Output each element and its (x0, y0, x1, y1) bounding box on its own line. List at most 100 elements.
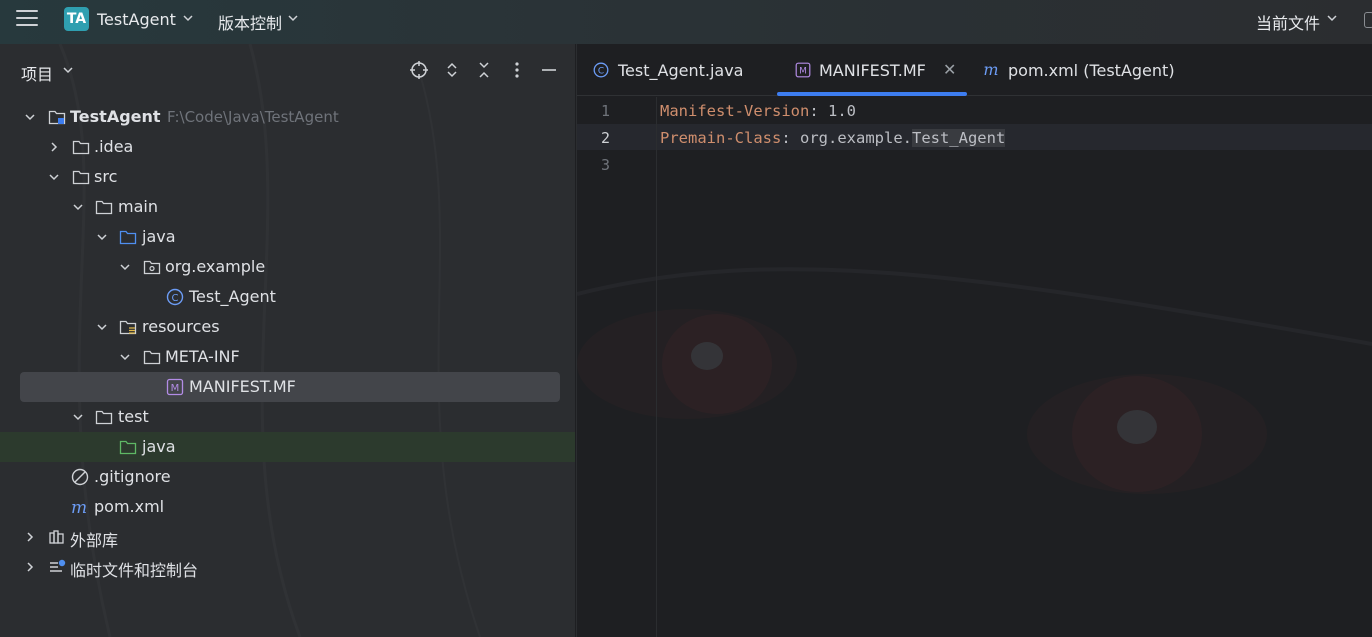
module-folder-icon (48, 110, 66, 125)
manifest-separator: : (809, 102, 828, 120)
tree-item-label: main (118, 197, 158, 216)
manifest-value-highlight: Test_Agent (911, 129, 1006, 147)
folder-icon (95, 200, 113, 215)
editor-tabs: C Test_Agent.java M MANIFEST.MF ✕ m pom.… (577, 44, 1372, 96)
hide-panel-icon[interactable] (539, 60, 559, 80)
source-folder-icon (119, 230, 137, 245)
tree-item-main[interactable]: main (0, 192, 575, 222)
expand-all-icon[interactable] (442, 60, 462, 80)
manifest-file-icon: M (166, 378, 184, 396)
tree-item-external-libraries[interactable]: 外部库 (0, 522, 575, 552)
svg-text:M: M (171, 383, 180, 394)
more-options-icon[interactable] (507, 60, 527, 80)
vcs-dropdown[interactable]: 版本控制 (218, 10, 282, 34)
chevron-down-icon[interactable] (62, 64, 74, 76)
tab-pom-xml[interactable]: m pom.xml (TestAgent) (977, 44, 1187, 96)
test-source-folder-icon (119, 440, 137, 455)
svg-text:m: m (983, 62, 998, 78)
line-number: 3 (601, 156, 611, 174)
project-panel: 项目 TestAgent F:\Code\Java\TestAgent .ide… (0, 44, 576, 637)
run-icon[interactable] (1364, 12, 1372, 28)
manifest-key: Manifest-Version (660, 102, 810, 120)
chevron-down-icon[interactable] (182, 12, 194, 24)
tab-test-agent-java[interactable]: C Test_Agent.java (577, 44, 767, 96)
tree-item-label: org.example (165, 257, 266, 276)
tree-item-label: resources (142, 317, 220, 336)
code-line[interactable]: Manifest-Version: 1.0 (660, 102, 856, 120)
tree-item-label: java (142, 437, 176, 456)
title-bar: TA TestAgent 版本控制 当前文件 (0, 0, 1372, 44)
code-line[interactable]: Premain-Class: org.example.Test_Agent (660, 129, 1006, 147)
project-badge[interactable]: TA (64, 7, 89, 31)
svg-text:C: C (172, 293, 179, 304)
tree-item-resources[interactable]: resources (0, 312, 575, 342)
tree-item-scratches[interactable]: 临时文件和控制台 (0, 552, 575, 582)
svg-text:C: C (598, 67, 604, 77)
tree-item-manifest[interactable]: M MANIFEST.MF (0, 372, 575, 402)
panel-header: 项目 (0, 44, 575, 98)
tab-label: Test_Agent.java (618, 61, 744, 80)
tree-item-test[interactable]: test (0, 402, 575, 432)
close-icon[interactable]: ✕ (943, 60, 956, 79)
tree-item-label: 临时文件和控制台 (70, 561, 199, 580)
main-menu-icon[interactable] (16, 10, 38, 30)
tree-item-src[interactable]: src (0, 162, 575, 192)
manifest-separator: : (781, 129, 800, 147)
chevron-down-icon[interactable] (1326, 12, 1338, 24)
folder-icon (143, 350, 161, 365)
maven-icon: m (71, 498, 87, 516)
chevron-down-icon[interactable] (287, 12, 299, 24)
tree-item-label: META-INF (165, 347, 240, 366)
package-icon (143, 260, 161, 275)
tree-item-java-main[interactable]: java (0, 222, 575, 252)
tree-item-label: 外部库 (70, 531, 119, 550)
folder-icon (95, 410, 113, 425)
folder-icon (72, 140, 90, 155)
chevron-down-icon[interactable] (72, 411, 84, 423)
chevron-down-icon[interactable] (96, 321, 108, 333)
tree-item-pom[interactable]: m pom.xml (0, 492, 575, 522)
tree-item-label: Test_Agent (189, 287, 276, 306)
chevron-down-icon[interactable] (48, 171, 60, 183)
chevron-right-icon[interactable] (48, 141, 60, 153)
tree-item-java-test[interactable]: java (0, 432, 575, 462)
tree-item-label: pom.xml (94, 497, 165, 516)
resources-folder-icon (119, 320, 137, 335)
collapse-all-icon[interactable] (474, 60, 494, 80)
tree-item-package[interactable]: org.example (0, 252, 575, 282)
svg-text:m: m (71, 498, 87, 516)
tree-item-label: java (142, 227, 176, 246)
chevron-down-icon[interactable] (24, 111, 36, 123)
tree-item-meta-inf[interactable]: META-INF (0, 342, 575, 372)
tree-item-gitignore[interactable]: .gitignore (0, 462, 575, 492)
java-class-icon: C (593, 62, 609, 78)
chevron-down-icon[interactable] (119, 351, 131, 363)
manifest-value: 1.0 (827, 102, 856, 120)
library-icon (49, 530, 64, 544)
scratches-icon (50, 559, 66, 572)
project-name-dropdown[interactable]: TestAgent (97, 10, 176, 29)
tree-item-idea[interactable]: .idea (0, 132, 575, 162)
tree-item-testagent[interactable]: TestAgent F:\Code\Java\TestAgent (0, 102, 575, 132)
run-config-dropdown[interactable]: 当前文件 (1256, 10, 1320, 34)
chevron-down-icon[interactable] (96, 231, 108, 243)
line-number: 2 (601, 129, 611, 147)
tree-item-label: .gitignore (94, 467, 171, 486)
folder-icon (72, 170, 90, 185)
manifest-key: Premain-Class (660, 129, 782, 147)
locate-icon[interactable] (409, 60, 429, 80)
chevron-right-icon[interactable] (24, 561, 36, 573)
tree-item-test-agent-class[interactable]: C Test_Agent (0, 282, 575, 312)
editor-area: C Test_Agent.java M MANIFEST.MF ✕ m pom.… (577, 44, 1372, 637)
panel-title-dropdown[interactable]: 项目 (21, 61, 53, 85)
manifest-value: org.example. (800, 129, 912, 147)
manifest-file-icon: M (795, 62, 811, 78)
tab-label: pom.xml (TestAgent) (1008, 61, 1175, 80)
chevron-down-icon[interactable] (119, 261, 131, 273)
chevron-right-icon[interactable] (24, 531, 36, 543)
tab-manifest[interactable]: M MANIFEST.MF ✕ (777, 44, 967, 96)
tree-item-label: TestAgent (70, 107, 161, 126)
tree-item-label: .idea (94, 137, 134, 156)
line-number: 1 (601, 102, 611, 120)
chevron-down-icon[interactable] (72, 201, 84, 213)
